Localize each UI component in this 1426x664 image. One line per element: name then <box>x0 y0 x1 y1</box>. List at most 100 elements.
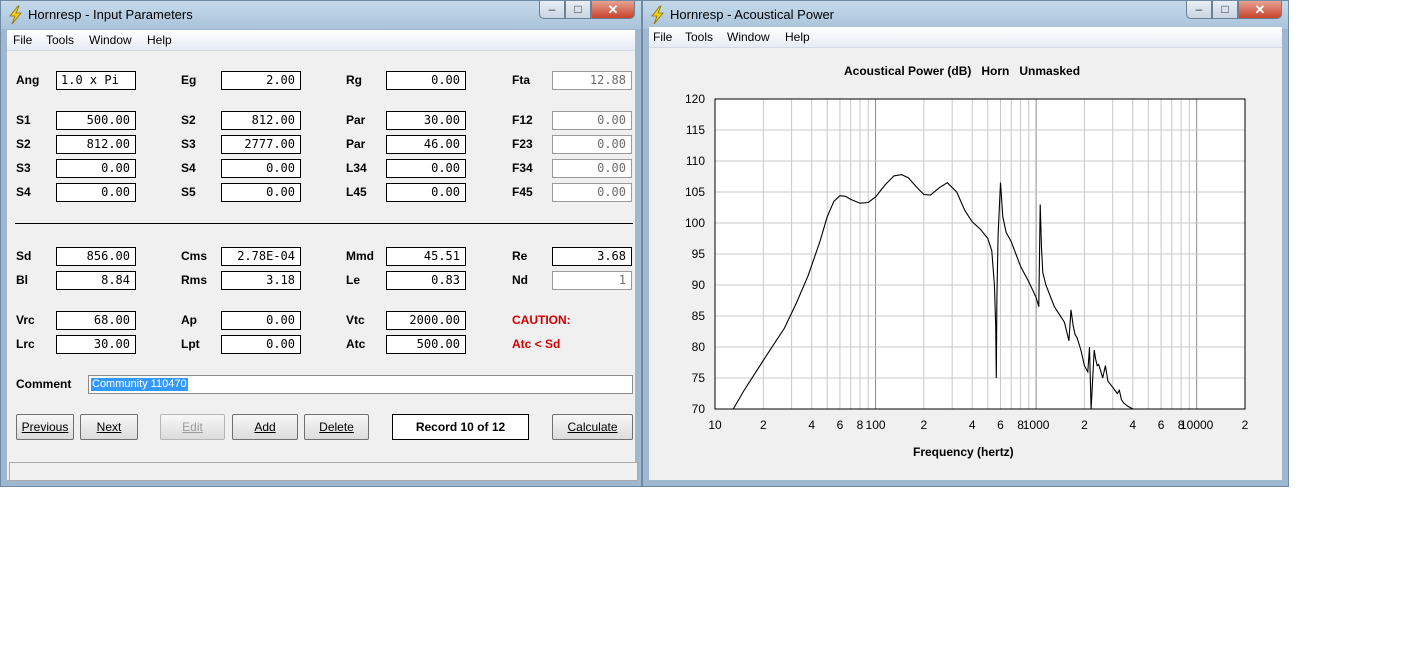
param-field-vrc[interactable]: 68.00 <box>56 311 136 330</box>
close-icon: ✕ <box>1254 2 1266 17</box>
param-label: Atc <box>346 337 366 351</box>
lightning-bolt-icon <box>651 5 664 25</box>
param-label: Ang <box>16 73 40 87</box>
param-field-s5[interactable]: 0.00 <box>221 183 301 202</box>
input-window-titlebar[interactable]: Hornresp - Input Parameters – □ ✕ <box>1 1 641 29</box>
param-field-ang[interactable]: 1.0 x Pi <box>56 71 136 90</box>
param-field-eg[interactable]: 2.00 <box>221 71 301 90</box>
param-field-l34[interactable]: 0.00 <box>386 159 466 178</box>
param-label: Ap <box>181 313 197 327</box>
param-label: Le <box>346 273 361 287</box>
param-field-f45: 0.00 <box>552 183 632 202</box>
section-divider <box>15 223 633 224</box>
param-field-vtc[interactable]: 2000.00 <box>386 311 466 330</box>
close-icon: ✕ <box>607 2 619 17</box>
edit-button[interactable]: Edit <box>160 414 225 440</box>
record-indicator: Record 10 of 12 <box>392 414 529 440</box>
x-tick-label: 1000 <box>1023 418 1050 432</box>
input-parameters-window: Hornresp - Input Parameters – □ ✕ File T… <box>0 0 642 487</box>
param-label: Lrc <box>16 337 35 351</box>
param-label: S1 <box>16 113 31 127</box>
x-tick-label: 2 <box>1081 418 1088 432</box>
param-field-rms[interactable]: 3.18 <box>221 271 301 290</box>
chart-window-controls: – □ ✕ <box>1186 1 1282 21</box>
param-field-s3[interactable]: 2777.00 <box>221 135 301 154</box>
param-field-s4[interactable]: 0.00 <box>221 159 301 178</box>
param-label: Bl <box>16 273 28 287</box>
param-field-bl[interactable]: 8.84 <box>56 271 136 290</box>
next-button-label: Next <box>96 420 122 434</box>
y-tick-label: 70 <box>692 402 706 416</box>
minimize-button[interactable]: – <box>539 1 565 19</box>
param-field-le[interactable]: 0.83 <box>386 271 466 290</box>
menu-file[interactable]: File <box>13 33 32 47</box>
minimize-button[interactable]: – <box>1186 1 1212 19</box>
param-field-s4b[interactable]: 0.00 <box>56 183 136 202</box>
param-field-re[interactable]: 3.68 <box>552 247 632 266</box>
chart-window-titlebar[interactable]: Hornresp - Acoustical Power – □ ✕ <box>643 1 1288 29</box>
menu-help[interactable]: Help <box>147 33 172 47</box>
param-field-s3b[interactable]: 0.00 <box>56 159 136 178</box>
add-button-label: Add <box>254 420 276 434</box>
delete-button[interactable]: Delete <box>304 414 369 440</box>
param-label: Eg <box>181 73 197 87</box>
previous-button-label: Previous <box>21 420 69 434</box>
param-label: Cms <box>181 249 208 263</box>
calculate-button[interactable]: Calculate <box>552 414 633 440</box>
y-tick-label: 115 <box>686 123 705 137</box>
param-field-s2b[interactable]: 812.00 <box>56 135 136 154</box>
chart-window-client: File Tools Window Help Acoustical Power … <box>649 27 1282 480</box>
param-field-rg[interactable]: 0.00 <box>386 71 466 90</box>
comment-label: Comment <box>16 377 72 391</box>
param-field-cms[interactable]: 2.78E-04 <box>221 247 301 266</box>
caution-detail: Atc < Sd <box>512 337 561 351</box>
y-tick-label: 110 <box>686 154 705 168</box>
menu-window[interactable]: Window <box>89 33 132 47</box>
maximize-button[interactable]: □ <box>565 1 591 19</box>
param-field-f12: 0.00 <box>552 111 632 130</box>
param-label: F45 <box>512 185 533 199</box>
input-window-controls: – □ ✕ <box>539 1 635 21</box>
y-tick-label: 90 <box>692 278 706 292</box>
param-label: Nd <box>512 273 528 287</box>
param-field-ap[interactable]: 0.00 <box>221 311 301 330</box>
y-tick-label: 120 <box>685 92 705 106</box>
param-field-par1[interactable]: 30.00 <box>386 111 466 130</box>
x-tick-label: 100 <box>866 418 886 432</box>
maximize-icon: □ <box>1221 2 1229 16</box>
y-tick-label: 85 <box>692 309 706 323</box>
menu-tools[interactable]: Tools <box>46 33 74 47</box>
param-field-par2[interactable]: 46.00 <box>386 135 466 154</box>
x-tick-labels: 10 2 4 6 8 100 2 4 6 81000 2 4 6 810000 2 <box>708 418 1248 432</box>
param-field-s1[interactable]: 500.00 <box>56 111 136 130</box>
calculate-button-label: Calculate <box>567 420 618 434</box>
close-button[interactable]: ✕ <box>591 1 635 19</box>
x-tick-label: 8 <box>857 418 864 432</box>
input-window-title: Hornresp - Input Parameters <box>28 7 193 22</box>
param-field-lpt[interactable]: 0.00 <box>221 335 301 354</box>
param-label: F23 <box>512 137 533 151</box>
next-button[interactable]: Next <box>80 414 138 440</box>
add-button[interactable]: Add <box>232 414 298 440</box>
param-field-sd[interactable]: 856.00 <box>56 247 136 266</box>
x-tick-label: 10 <box>708 418 722 432</box>
edit-button-label: Edit <box>182 420 203 434</box>
param-field-mmd[interactable]: 45.51 <box>386 247 466 266</box>
maximize-button[interactable]: □ <box>1212 1 1238 19</box>
param-label: S5 <box>181 185 196 199</box>
close-button[interactable]: ✕ <box>1238 1 1282 19</box>
previous-button[interactable]: Previous <box>16 414 74 440</box>
status-bar <box>9 462 638 481</box>
comment-input[interactable]: Community 110470 <box>88 375 633 394</box>
param-field-atc[interactable]: 500.00 <box>386 335 466 354</box>
acoustical-power-chart: 707580859095100105110115120 10 2 4 6 8 100 2 4 6… <box>685 92 1249 432</box>
param-field-nd: 1 <box>552 271 632 290</box>
param-field-l45[interactable]: 0.00 <box>386 183 466 202</box>
param-label: Rg <box>346 73 362 87</box>
caution-label: CAUTION: <box>512 313 571 327</box>
comment-selected-text: Community 110470 <box>91 378 188 391</box>
param-field-s2[interactable]: 812.00 <box>221 111 301 130</box>
input-window-client: File Tools Window Help Ang 1.0 x Pi Eg 2… <box>7 30 638 481</box>
param-label: Mmd <box>346 249 374 263</box>
param-field-lrc[interactable]: 30.00 <box>56 335 136 354</box>
